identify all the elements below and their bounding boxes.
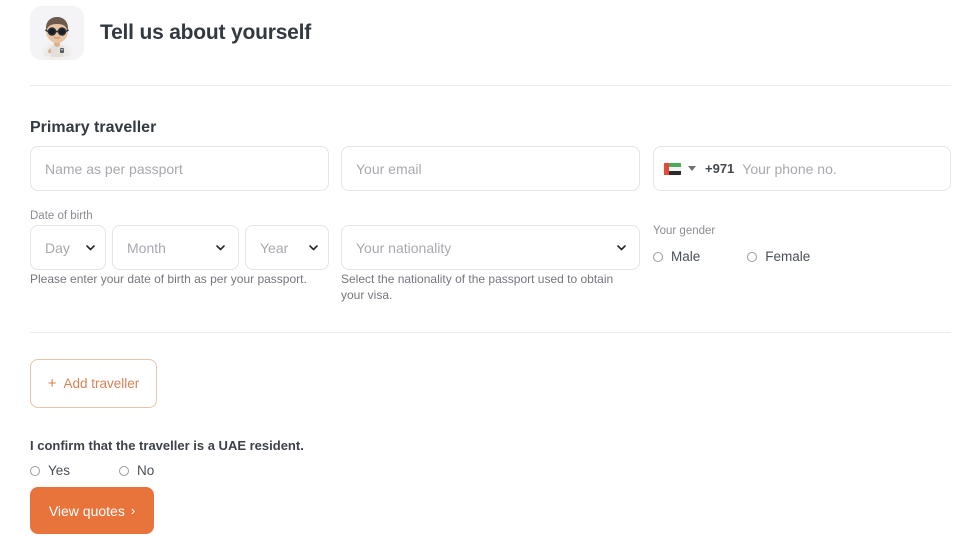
plus-icon: +: [47, 375, 57, 392]
name-input-placeholder: Name as per passport: [45, 160, 183, 177]
page-header: Tell us about yourself: [30, 6, 311, 60]
dob-year-select[interactable]: Year: [245, 225, 329, 270]
gender-radio-group: Male Female: [653, 249, 810, 264]
nationality-value: Your nationality: [356, 239, 452, 256]
dob-day-select[interactable]: Day: [30, 225, 106, 270]
signup-form-page: Tell us about yourself Primary traveller…: [0, 0, 975, 542]
radio-circle-icon: [30, 465, 40, 476]
radio-circle-icon: [653, 251, 663, 262]
chevron-down-icon: [308, 242, 319, 253]
confirmation-text: I confirm that the traveller is a UAE re…: [30, 438, 304, 453]
confirmation-radio-no[interactable]: No: [119, 463, 154, 478]
confirmation-radio-yes[interactable]: Yes: [30, 463, 70, 478]
uae-flag-icon: [664, 162, 681, 175]
dob-day-value: Day: [45, 239, 70, 256]
gender-radio-female-label: Female: [765, 249, 811, 264]
gender-radio-male[interactable]: Male: [653, 249, 700, 264]
radio-circle-icon: [119, 465, 130, 476]
dob-month-value: Month: [127, 239, 166, 256]
gender-label: Your gender: [653, 225, 716, 237]
name-input[interactable]: Name as per passport: [30, 146, 329, 191]
nationality-helper-text: Select the nationality of the passport u…: [341, 272, 614, 303]
dob-year-value: Year: [260, 239, 289, 256]
chevron-right-icon: ›: [130, 503, 136, 518]
phone-input-placeholder: Your phone no.: [742, 160, 837, 177]
confirmation-radio-no-label: No: [137, 463, 155, 478]
date-of-birth-helper-text: Please enter your date of birth as per y…: [30, 272, 307, 286]
section-title-primary-traveller: Primary traveller: [30, 119, 157, 136]
chevron-down-icon: [215, 242, 226, 253]
view-quotes-label: View quotes: [48, 502, 125, 519]
phone-input[interactable]: +971 Your phone no.: [653, 146, 951, 191]
page-title: Tell us about yourself: [100, 21, 312, 44]
radio-circle-icon: [747, 251, 758, 262]
date-of-birth-label: Date of birth: [30, 210, 93, 222]
email-input-placeholder: Your email: [356, 160, 422, 177]
add-traveller-button[interactable]: + Add traveller: [30, 359, 157, 408]
confirmation-radio-group: Yes No: [30, 463, 154, 478]
nationality-select[interactable]: Your nationality: [341, 225, 640, 270]
gender-radio-female[interactable]: Female: [747, 249, 810, 264]
gender-radio-male-label: Male: [671, 249, 701, 264]
add-traveller-label: Add traveller: [63, 376, 140, 391]
section-divider: [30, 332, 951, 333]
chevron-down-icon: [85, 242, 96, 253]
chevron-down-icon: [616, 242, 627, 253]
country-caret-down-icon[interactable]: [688, 166, 696, 171]
header-divider: [30, 85, 951, 86]
phone-dial-code: +971: [705, 161, 735, 176]
email-input[interactable]: Your email: [341, 146, 640, 191]
view-quotes-button[interactable]: View quotes ›: [30, 487, 154, 534]
dob-month-select[interactable]: Month: [112, 225, 239, 270]
person-avatar-icon: [30, 6, 84, 60]
confirmation-radio-yes-label: Yes: [48, 463, 71, 478]
